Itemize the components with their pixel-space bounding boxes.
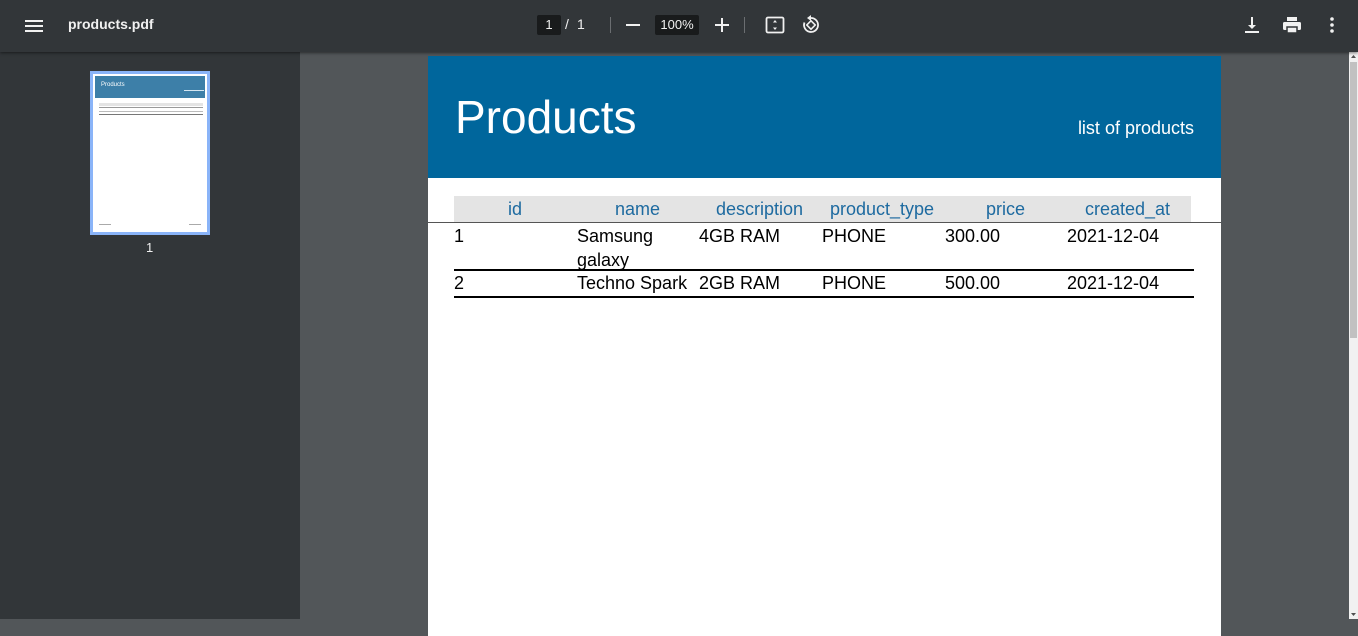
cell-description: 2GB RAM	[699, 273, 781, 293]
column-header-price: price	[986, 199, 1026, 219]
vertical-scrollbar[interactable]	[1349, 52, 1358, 619]
thumbnail-sidebar: Products 1	[0, 52, 300, 619]
cell-name: Samsung galaxy	[577, 226, 654, 270]
cell-name: Techno Spark	[577, 273, 688, 293]
page-total: 1	[577, 16, 585, 32]
table-header-divider	[428, 222, 1221, 223]
zoom-out-icon[interactable]	[621, 13, 645, 37]
thumbnail-subtitle	[184, 90, 204, 91]
cell-id: 1	[454, 226, 465, 246]
column-header-description: description	[716, 199, 804, 219]
pdf-viewer[interactable]: Products list of products id name descri…	[300, 52, 1349, 636]
thumbnail-page-number: 1	[146, 240, 154, 255]
pdf-toolbar: products.pdf 1 / 1 100%	[0, 0, 1358, 52]
document-title: products.pdf	[68, 16, 154, 32]
page-header-banner: Products list of products	[428, 56, 1221, 178]
more-vert-icon[interactable]	[1320, 13, 1344, 37]
scrollbar-thumb[interactable]	[1350, 62, 1357, 338]
fit-page-icon[interactable]	[763, 13, 787, 37]
cell-created-at: 2021-12-04	[1067, 273, 1160, 293]
column-header-id: id	[508, 199, 523, 219]
page-number-input[interactable]: 1	[537, 15, 561, 35]
thumbnail-table-line	[99, 114, 203, 115]
rotate-icon[interactable]	[799, 13, 823, 37]
pdf-page: Products list of products id name descri…	[428, 56, 1221, 636]
page-thumbnail[interactable]: Products	[90, 71, 210, 235]
thumbnail-table-header	[99, 103, 203, 106]
download-icon[interactable]	[1240, 13, 1264, 37]
cell-price: 300.00	[945, 226, 1001, 246]
cell-description: 4GB RAM	[699, 226, 781, 246]
menu-icon[interactable]	[22, 14, 46, 38]
cell-id: 2	[454, 273, 465, 293]
toolbar-divider	[744, 17, 745, 33]
page-subtitle: list of products	[1077, 118, 1194, 138]
cell-price: 500.00	[945, 273, 1001, 293]
page-title: Products	[455, 91, 637, 143]
page-separator: /	[565, 16, 569, 32]
scroll-up-arrow-icon[interactable]	[1349, 52, 1358, 61]
table-header: id name description product_type price c…	[454, 196, 1191, 222]
column-header-name: name	[615, 199, 661, 219]
thumbnail-table-line	[99, 107, 203, 108]
zoom-in-icon[interactable]	[710, 13, 734, 37]
scroll-down-arrow-icon[interactable]	[1349, 610, 1358, 619]
cell-product-type: PHONE	[822, 273, 887, 293]
column-header-created-at: created_at	[1085, 199, 1171, 219]
thumbnail-header: Products	[95, 76, 205, 98]
thumbnail-table-line	[99, 111, 203, 112]
thumbnail-footer-left	[99, 224, 111, 225]
thumbnail-title: Products	[101, 82, 125, 88]
cell-created-at: 2021-12-04	[1067, 226, 1160, 246]
thumbnail-footer-right	[189, 224, 201, 225]
row-divider	[454, 296, 1194, 298]
cell-product-type: PHONE	[822, 226, 887, 246]
column-header-product-type: product_type	[830, 199, 935, 219]
zoom-level-input[interactable]: 100%	[655, 15, 699, 35]
toolbar-divider	[610, 17, 611, 33]
print-icon[interactable]	[1280, 13, 1304, 37]
